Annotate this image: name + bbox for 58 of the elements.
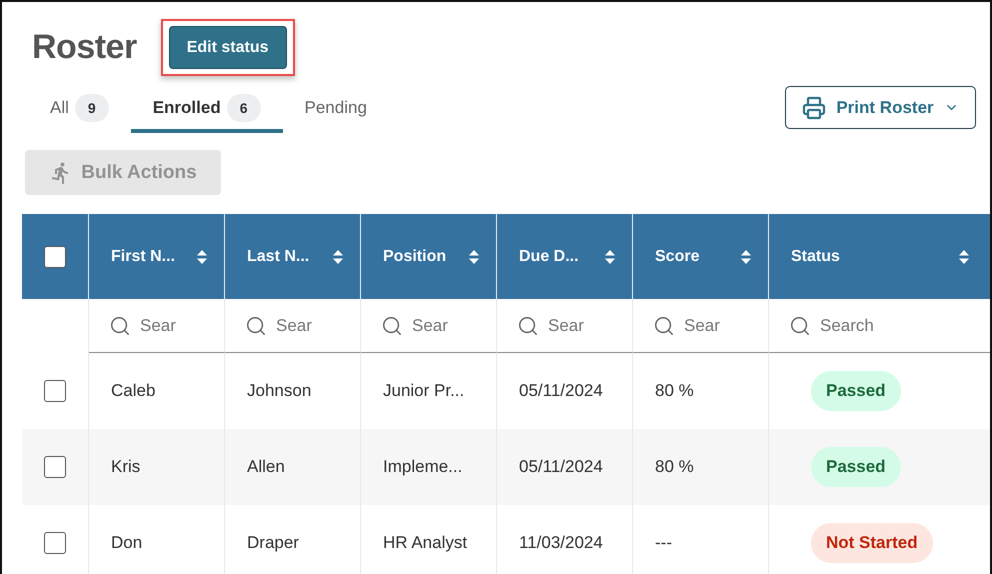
status-badge: Not Started	[811, 523, 933, 563]
search-icon	[653, 314, 675, 336]
tab-label: Enrolled	[152, 98, 221, 118]
sort-icon[interactable]	[332, 248, 344, 264]
search-field[interactable]: Sear	[684, 316, 732, 336]
search-icon	[381, 314, 403, 336]
print-roster-button[interactable]: Print Roster	[785, 86, 976, 129]
count-badge: 6	[226, 94, 261, 122]
table-cell: Kris	[111, 457, 140, 477]
printer-icon	[802, 96, 826, 120]
column-header[interactable]: Position	[383, 248, 446, 266]
column-header[interactable]: Score	[655, 248, 700, 266]
status-badge: Passed	[811, 447, 901, 487]
table-cell: Don	[111, 533, 142, 553]
row-checkbox[interactable]	[44, 380, 66, 402]
count-badge: 9	[74, 94, 109, 122]
sort-icon[interactable]	[958, 248, 970, 264]
tab[interactable]: All 9	[28, 87, 131, 133]
select-all-checkbox[interactable]	[44, 246, 66, 268]
column-header[interactable]: Status	[791, 248, 840, 266]
table-cell: HR Analyst	[383, 533, 468, 553]
row-checkbox[interactable]	[44, 532, 66, 554]
tab-label: Pending	[304, 98, 367, 118]
column-header[interactable]: Last N...	[247, 248, 310, 266]
table-cell: Caleb	[111, 381, 156, 401]
table-cell: 05/11/2024	[519, 381, 603, 401]
tab[interactable]: Enrolled 6	[130, 87, 283, 133]
table-cell: 11/03/2024	[519, 533, 603, 553]
table-cell: Allen	[247, 457, 285, 477]
search-icon	[789, 314, 811, 336]
search-icon	[517, 314, 539, 336]
table-cell: Junior Pr...	[383, 381, 464, 401]
search-field[interactable]: Sear	[412, 316, 460, 336]
table-cell: 80 %	[655, 381, 694, 401]
sort-icon[interactable]	[468, 248, 480, 264]
edit-status-button[interactable]: Edit status	[168, 26, 286, 69]
search-icon	[245, 314, 267, 336]
search-icon	[109, 314, 131, 336]
search-field[interactable]: Sear	[140, 316, 188, 336]
sort-icon[interactable]	[740, 248, 752, 264]
table-cell: Johnson	[247, 381, 312, 401]
sort-icon[interactable]	[196, 248, 208, 264]
row-checkbox[interactable]	[44, 456, 66, 478]
table-cell: 05/11/2024	[519, 457, 603, 477]
tab[interactable]: Pending	[282, 87, 389, 133]
sort-icon[interactable]	[604, 248, 616, 264]
table-cell: ---	[655, 533, 672, 553]
column-header[interactable]: Due D...	[519, 248, 579, 266]
search-field[interactable]: Sear	[276, 316, 324, 336]
table-cell: 80 %	[655, 457, 694, 477]
page-title: Roster	[32, 28, 137, 67]
search-field[interactable]: Search	[820, 316, 900, 336]
status-badge: Passed	[811, 371, 901, 411]
tab-label: All	[50, 98, 69, 118]
column-header[interactable]: First N...	[111, 248, 176, 266]
table-cell: Impleme...	[383, 457, 462, 477]
table-cell: Draper	[247, 533, 299, 553]
search-field[interactable]: Sear	[548, 316, 596, 336]
